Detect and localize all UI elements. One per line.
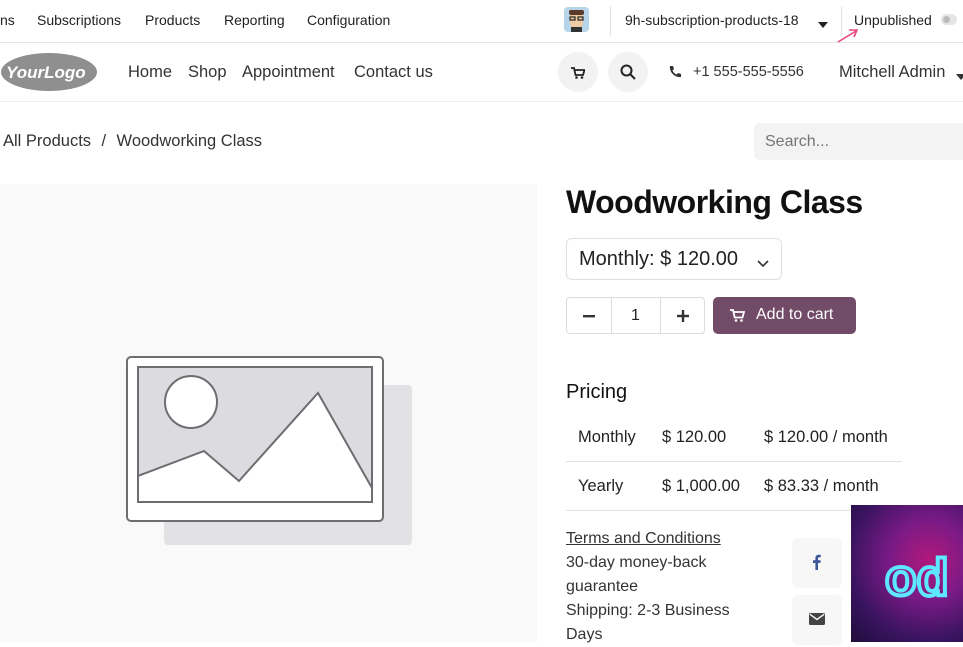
guarantee-text: 30-day money-back guarantee (566, 554, 707, 595)
image-placeholder-icon (126, 356, 412, 545)
facebook-icon (812, 554, 821, 575)
site-header: YourLogo Home Shop Appointment Contact u… (0, 43, 963, 102)
menu-item-subscriptions[interactable]: Subscriptions (37, 0, 121, 42)
neon-text: od (885, 549, 949, 607)
pricing-period: Yearly (578, 477, 624, 495)
publish-toggle[interactable] (941, 14, 957, 25)
pricing-row-monthly: Monthly $ 120.00 $ 120.00 / month (566, 413, 902, 462)
nav-home[interactable]: Home (128, 43, 172, 101)
user-avatar[interactable] (564, 7, 589, 32)
breadcrumb-separator: / (101, 132, 107, 150)
chevron-down-icon (757, 255, 769, 273)
pricing-period: Monthly (578, 428, 636, 446)
search-input[interactable] (754, 123, 963, 160)
cart-button[interactable] (558, 52, 598, 92)
pricing-row-yearly: Yearly $ 1,000.00 $ 83.33 / month (566, 462, 902, 511)
menu-item-subscriptions-partial[interactable]: ns (0, 0, 15, 42)
plan-select-value: Monthly: $ 120.00 (579, 248, 738, 270)
topbar-divider (610, 6, 611, 36)
product-image-area (0, 184, 537, 642)
search-toggle-button[interactable] (608, 52, 648, 92)
admin-topbar: ns Subscriptions Products Reporting Conf… (0, 0, 963, 43)
publish-status-label[interactable]: Unpublished (854, 0, 932, 42)
cart-icon (730, 309, 746, 327)
shipping-text: Shipping: 2-3 Business Days (566, 602, 730, 643)
quantity-decrease-button[interactable] (567, 298, 612, 333)
phone-icon (668, 65, 682, 84)
search-icon (620, 64, 636, 85)
caret-down-icon[interactable] (818, 16, 828, 34)
breadcrumb-all-products[interactable]: All Products (3, 132, 91, 150)
quantity-input[interactable]: 1 (611, 298, 660, 333)
phone-number[interactable]: +1 555-555-5556 (693, 43, 804, 101)
breadcrumb-current: Woodworking Class (116, 132, 263, 150)
quantity-increase-button[interactable] (660, 298, 705, 333)
video-overlay: od (851, 505, 963, 642)
logo-text-bold: YourLogo (6, 63, 86, 82)
share-facebook-button[interactable] (792, 538, 842, 588)
caret-down-icon[interactable] (956, 68, 963, 86)
pricing-price: $ 120.00 (662, 428, 727, 446)
product-title: Woodworking Class (566, 184, 863, 220)
plus-icon (677, 310, 689, 322)
nav-contact-us[interactable]: Contact us (354, 43, 433, 101)
envelope-icon (809, 612, 825, 630)
menu-item-configuration[interactable]: Configuration (307, 0, 390, 42)
database-selector[interactable]: 9h-subscription-products-18 (625, 0, 799, 42)
pricing-heading: Pricing (566, 381, 628, 403)
cart-icon (571, 66, 586, 84)
menu-item-reporting[interactable]: Reporting (224, 0, 285, 42)
nav-appointment[interactable]: Appointment (242, 43, 335, 101)
product-terms: Terms and Conditions 30-day money-back g… (566, 527, 776, 647)
menu-item-products[interactable]: Products (145, 0, 200, 42)
nav-shop[interactable]: Shop (188, 43, 227, 101)
terms-and-conditions-link[interactable]: Terms and Conditions (566, 527, 776, 551)
pricing-per-month: $ 120.00 / month (764, 428, 888, 446)
pricing-price: $ 1,000.00 (662, 477, 740, 495)
minus-icon (583, 315, 595, 318)
neon-sign-graphic: od (883, 547, 951, 609)
site-logo[interactable]: YourLogo (0, 52, 98, 97)
user-menu[interactable]: Mitchell Admin (839, 43, 945, 101)
add-to-cart-label: Add to cart (756, 306, 834, 323)
plan-select[interactable]: Monthly: $ 120.00 (566, 238, 782, 280)
breadcrumb: All Products / Woodworking Class (3, 132, 262, 151)
add-to-cart-button[interactable]: Add to cart (713, 297, 856, 334)
share-email-button[interactable] (792, 595, 842, 645)
product-search-box[interactable] (754, 123, 963, 160)
pricing-per-month: $ 83.33 / month (764, 477, 879, 495)
quantity-stepper: 1 (566, 297, 705, 334)
